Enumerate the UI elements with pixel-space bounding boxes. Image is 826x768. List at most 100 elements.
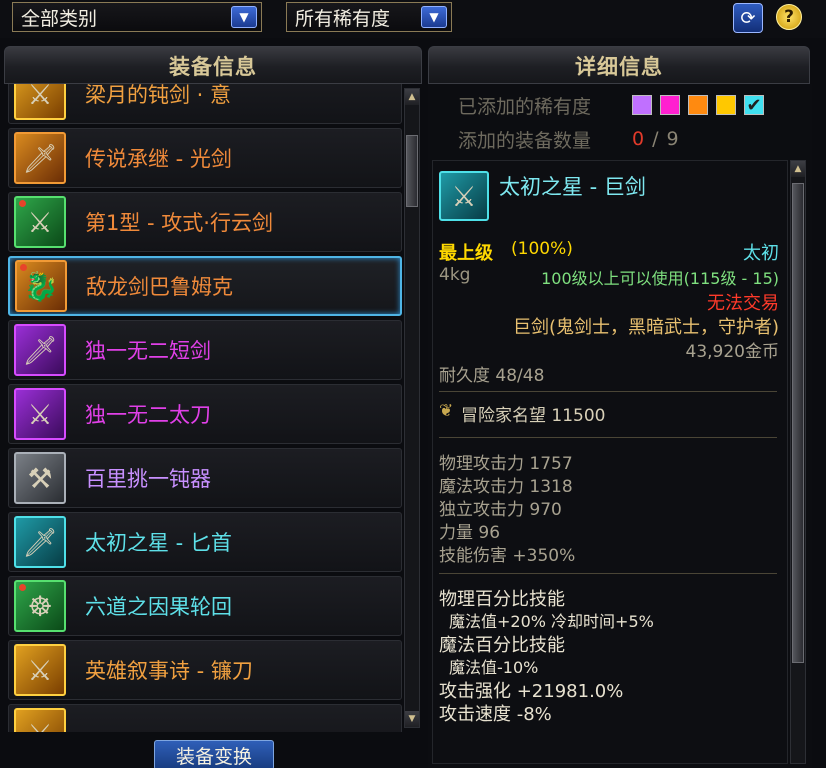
equipment-list-item[interactable]: ⚔ [8,704,402,732]
fame-icon: ❦ [439,401,454,421]
chevron-down-icon[interactable]: ▼ [231,6,257,28]
equip-count-max: 9 [666,128,679,150]
item-price: 43,920金币 [685,342,779,362]
item-title: 太初之星 - 巨剑 [499,175,646,199]
rarity-checkbox[interactable]: ✔ [744,95,764,116]
weapon-icon: ⚔ [14,196,66,248]
detail-info-title: 详细信息 [575,55,663,79]
stat-line: 物理攻击力 1757 [439,454,573,474]
rarity-checkbox[interactable] [716,95,736,115]
item-weight: 4kg [439,265,471,285]
rarity-dropdown[interactable]: 所有稀有度 ▼ [286,2,452,32]
effect-line: 魔法值+20% 冷却时间+5% [449,612,654,631]
refresh-button[interactable]: ⟳ [733,3,763,33]
stat-line: 独立攻击力 970 [439,500,562,520]
equipment-list-item[interactable]: 🗡 太初之星 - 匕首 [8,512,402,572]
weapon-icon: ⚔ [14,388,66,440]
detail-scrollbar[interactable]: ▲ [790,160,806,764]
filter-bar: 全部类别 ▼ 所有稀有度 ▼ ⟳ ? [0,0,826,38]
refresh-icon: ⟳ [740,7,756,29]
item-detail-tooltip: ⚔ 太初之星 - 巨剑 最上级 (100%) 太初 4kg 100级以上可以使用… [432,160,788,764]
item-level-req: 100级以上可以使用(115级 - 15) [541,269,779,288]
equipment-name: 太初之星 - 匕首 [85,531,232,555]
equipment-name: 六道之因果轮回 [85,595,232,619]
item-grade: 最上级 [439,243,493,264]
marker-dot-icon [19,200,26,207]
scroll-down-icon[interactable]: ▼ [405,711,419,727]
equipment-info-title: 装备信息 [169,55,257,79]
equipment-list-item[interactable]: 🐉 敌龙剑巴鲁姆克 [8,256,402,316]
question-icon: ? [784,7,794,27]
effect-line: 魔法值-10% [449,658,539,677]
equipment-list-item[interactable]: ⚔ 独一无二太刀 [8,384,402,444]
divider [439,437,777,438]
weapon-icon: 🗡 [14,132,66,184]
marker-dot-icon [20,264,27,271]
equipment-list: ⚔ 梁月的钝剑 · 意 🗡 传说承继 - 光剑 ⚔ 第1型 - 攻式·行云剑 🐉 敌龙剑巴鲁姆… [8,84,402,732]
equipment-name: 独一无二短剑 [85,339,211,363]
equipment-name: 英雄叙事诗 - 镰刀 [85,659,253,683]
chevron-down-icon[interactable]: ▼ [421,6,447,28]
stat-line: 技能伤害 +350% [439,546,576,566]
effect-line: 攻击速度 -8% [439,704,552,725]
equipment-list-item[interactable]: 🗡 传说承继 - 光剑 [8,128,402,188]
equipment-list-item[interactable]: ⚔ 英雄叙事诗 - 镰刀 [8,640,402,700]
rarity-filter-label: 已添加的稀有度 [458,95,592,118]
weapon-icon: ⚔ [14,84,66,120]
scroll-up-icon[interactable]: ▲ [791,161,805,177]
equip-count-row: 添加的装备数量 0 / 9 [458,126,679,152]
weapon-icon: 🗡 [14,516,66,568]
equipment-list-item[interactable]: ⚔ 第1型 - 攻式·行云剑 [8,192,402,252]
scroll-up-icon[interactable]: ▲ [405,89,419,105]
item-rarity-name: 太初 [743,243,779,264]
equipment-list-item[interactable]: ⚒ 百里挑一钝器 [8,448,402,508]
divider [439,391,777,392]
equipment-list-item[interactable]: ⚔ 梁月的钝剑 · 意 [8,84,402,124]
item-durability: 耐久度 48/48 [439,366,545,386]
weapon-icon: ⚔ [14,644,66,696]
item-classes: 巨剑(鬼剑士，黑暗武士，守护者) [512,317,779,338]
weapon-icon: 🐉 [15,260,67,312]
check-icon: ✔ [746,95,762,116]
equipment-name: 百里挑一钝器 [85,467,211,491]
scroll-thumb[interactable] [792,183,804,663]
equipment-list-item[interactable]: ☸ 六道之因果轮回 [8,576,402,636]
equip-count-current: 0 [632,128,645,150]
equip-count-separator: / [652,128,659,150]
category-dropdown[interactable]: 全部类别 ▼ [12,2,262,32]
rarity-value: 所有稀有度 [295,7,391,30]
item-trade: 无法交易 [707,293,779,314]
category-value: 全部类别 [21,7,98,30]
equipment-name: 第1型 - 攻式·行云剑 [85,211,273,235]
equipment-name: 梁月的钝剑 · 意 [85,84,232,107]
rarity-checkbox[interactable] [632,95,652,115]
stat-line: 魔法攻击力 1318 [439,477,573,497]
help-button[interactable]: ? [776,4,802,30]
item-fame: 冒险家名望 11500 [461,406,606,426]
detail-info-header: 详细信息 [428,46,810,84]
rarity-filter-row: 已添加的稀有度 ✔ [458,92,772,118]
rarity-checkbox[interactable] [660,95,680,115]
marker-dot-icon [19,584,26,591]
weapon-icon: 🗡 [14,324,66,376]
item-grade-pct: (100%) [511,239,573,259]
rarity-checkbox[interactable] [688,95,708,115]
greatsword-icon: ⚔ [439,171,489,221]
equipment-name: 传说承继 - 光剑 [85,147,232,171]
equipment-convert-button[interactable]: 装备变换 [154,740,274,768]
equipment-name: 独一无二太刀 [85,403,211,427]
list-scrollbar[interactable]: ▲ ▼ [404,88,420,728]
equipment-list-panel: ⚔ 梁月的钝剑 · 意 🗡 传说承继 - 光剑 ⚔ 第1型 - 攻式·行云剑 🐉 敌龙剑巴鲁姆… [4,84,422,768]
divider [439,573,777,574]
stat-line: 力量 96 [439,523,501,543]
equipment-info-header: 装备信息 [4,46,422,84]
weapon-icon: ⚒ [14,452,66,504]
detail-panel: 已添加的稀有度 ✔ 添加的装备数量 0 / 9 ⚔ 太初之星 - 巨剑 最上级 … [428,84,812,768]
equipment-list-item[interactable]: 🗡 独一无二短剑 [8,320,402,380]
rarity-checkboxes: ✔ [632,95,772,116]
equip-count-label: 添加的装备数量 [458,129,592,152]
equipment-name: 敌龙剑巴鲁姆克 [86,275,233,299]
scroll-thumb[interactable] [406,135,418,207]
weapon-icon: ⚔ [14,708,66,732]
weapon-icon: ☸ [14,580,66,632]
